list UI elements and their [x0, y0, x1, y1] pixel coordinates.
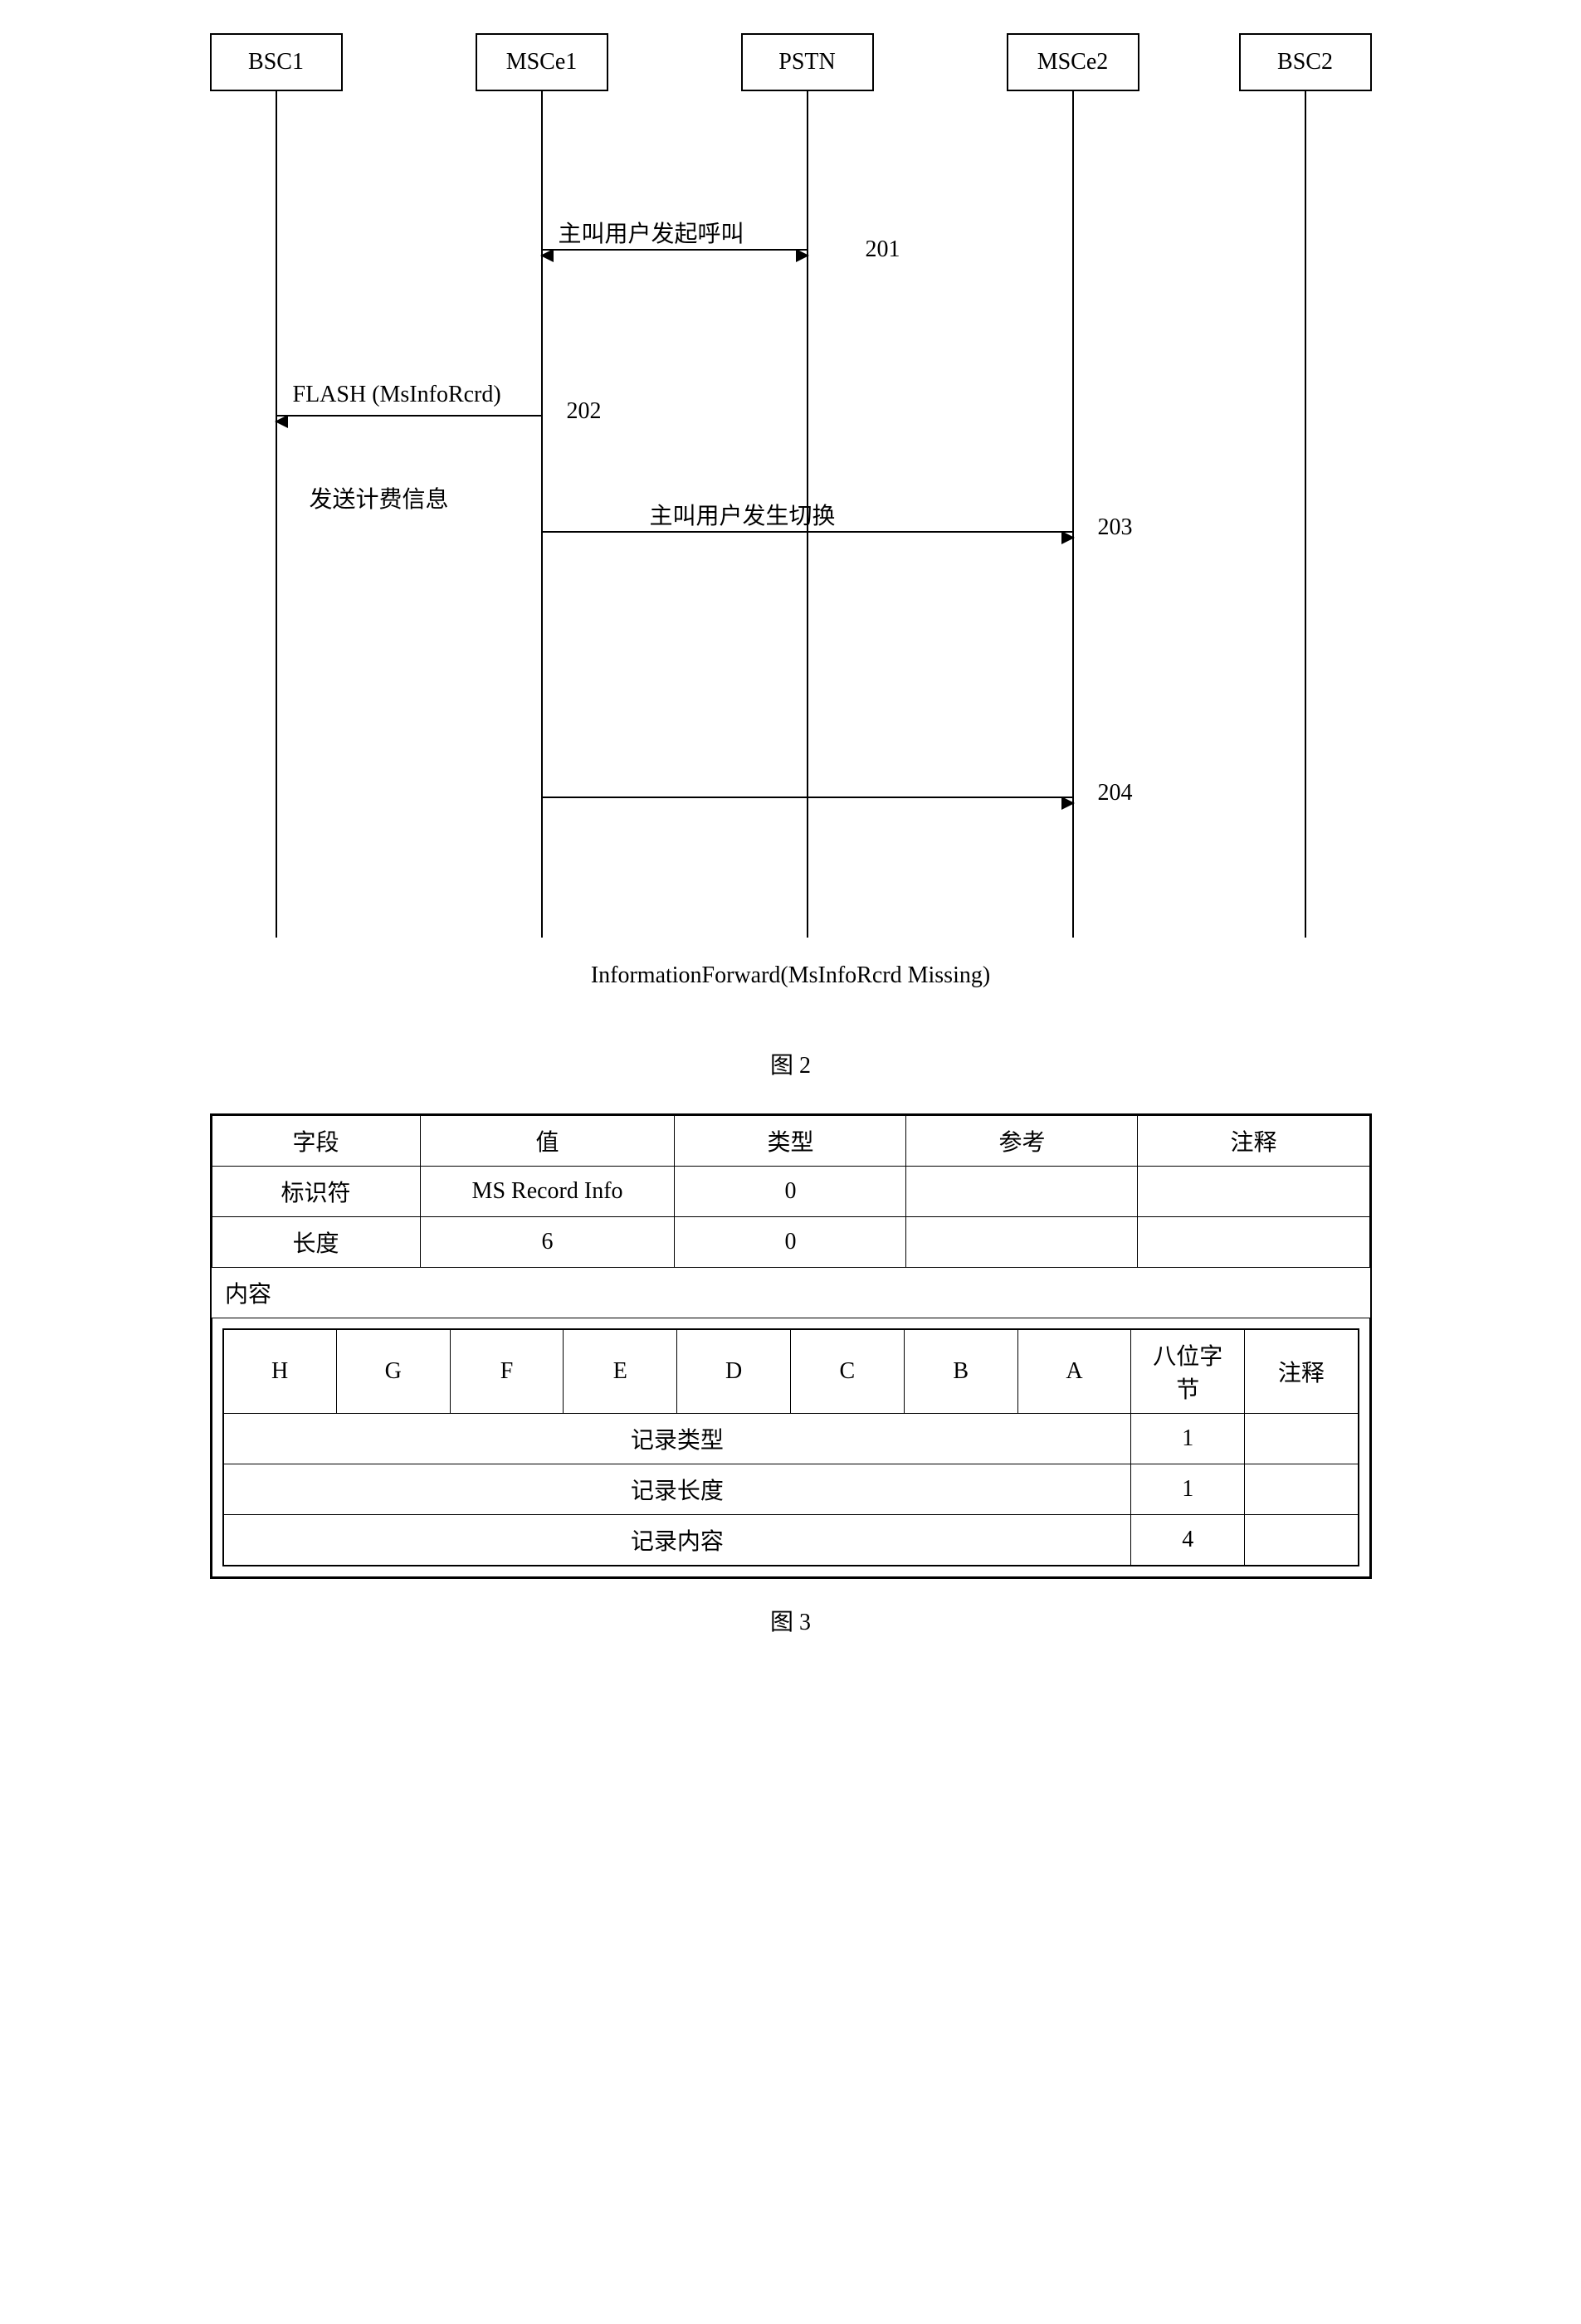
table-row: 记录内容 4: [223, 1515, 1359, 1566]
inner-table-cell: H G F E D C B A 八位字节 注释 记录类型: [212, 1318, 1369, 1577]
row-note: [1245, 1414, 1359, 1464]
label-202-flash: FLASH (MsInfoRcrd): [293, 382, 501, 408]
cell-field: 长度: [212, 1217, 420, 1268]
lifeline-msce1: [541, 91, 543, 938]
th-note: 注释: [1138, 1116, 1369, 1167]
bit-A: A: [1017, 1329, 1131, 1414]
th-type: 类型: [675, 1116, 906, 1167]
arrow-203: [542, 531, 1073, 533]
arrow-201: [542, 249, 808, 251]
cell-type: 0: [675, 1167, 906, 1217]
label-203: 主叫用户发生切换: [650, 498, 836, 531]
actor-pstn: PSTN: [741, 33, 874, 91]
actor-label: BSC1: [248, 49, 304, 76]
figure-3-caption: 图 3: [210, 1604, 1372, 1637]
lifeline-msce2: [1072, 91, 1074, 938]
bit-header-row: H G F E D C B A 八位字节 注释: [223, 1329, 1359, 1414]
table-row: 记录类型 1: [223, 1414, 1359, 1464]
row-octet: 4: [1131, 1515, 1245, 1566]
lifeline-bsc1: [276, 91, 277, 938]
table-row: 标识符 MS Record Info 0: [212, 1167, 1369, 1217]
cell-note: [1138, 1167, 1369, 1217]
actor-label: MSCe1: [506, 49, 578, 76]
bit-E: E: [564, 1329, 677, 1414]
cell-ref: [906, 1167, 1138, 1217]
th-field: 字段: [212, 1116, 420, 1167]
bit-G: G: [336, 1329, 450, 1414]
cell-field: 标识符: [212, 1167, 420, 1217]
row-octet: 1: [1131, 1464, 1245, 1515]
arrow-202: [276, 415, 542, 417]
footer-note: InformationForward(MsInfoRcrd Missing): [210, 962, 1372, 989]
th-note2: 注释: [1245, 1329, 1359, 1414]
table-row: 记录长度 1: [223, 1464, 1359, 1515]
step-201: 201: [866, 236, 900, 263]
table-row: 长度 6 0: [212, 1217, 1369, 1268]
step-204: 204: [1098, 780, 1133, 806]
step-203: 203: [1098, 514, 1133, 541]
cell-ref: [906, 1217, 1138, 1268]
cell-note: [1138, 1217, 1369, 1268]
actor-label: BSC2: [1277, 49, 1333, 76]
sequence-diagram: BSC1 MSCe1 PSTN MSCe2 BSC2 主叫用户发起呼叫 201 …: [210, 33, 1372, 946]
row-octet: 1: [1131, 1414, 1245, 1464]
figure-2-caption: 图 2: [210, 1047, 1372, 1080]
table-header-row: 字段 值 类型 参考 注释: [212, 1116, 1369, 1167]
arrow-204: [542, 797, 1073, 798]
actor-bsc1: BSC1: [210, 33, 343, 91]
row-label: 记录类型: [223, 1414, 1131, 1464]
th-value: 值: [420, 1116, 675, 1167]
row-label: 记录长度: [223, 1464, 1131, 1515]
row-label: 记录内容: [223, 1515, 1131, 1566]
lifeline-bsc2: [1305, 91, 1306, 938]
label-201: 主叫用户发起呼叫: [559, 216, 744, 249]
th-ref: 参考: [906, 1116, 1138, 1167]
actor-msce2: MSCe2: [1007, 33, 1139, 91]
label-202-sub: 发送计费信息: [310, 481, 449, 514]
actor-bsc2: BSC2: [1239, 33, 1372, 91]
cell-value: MS Record Info: [420, 1167, 675, 1217]
cell-value: 6: [420, 1217, 675, 1268]
bit-F: F: [450, 1329, 564, 1414]
row-note: [1245, 1515, 1359, 1566]
bit-C: C: [790, 1329, 904, 1414]
step-202: 202: [567, 398, 602, 425]
actor-label: MSCe2: [1037, 49, 1109, 76]
bit-D: D: [677, 1329, 791, 1414]
th-octet: 八位字节: [1131, 1329, 1245, 1414]
content-label: 内容: [212, 1268, 1369, 1318]
row-note: [1245, 1464, 1359, 1515]
figure-3-table: 字段 值 类型 参考 注释 标识符 MS Record Info 0 长度 6 …: [210, 1113, 1372, 1579]
cell-type: 0: [675, 1217, 906, 1268]
bit-H: H: [223, 1329, 337, 1414]
bit-B: B: [904, 1329, 1017, 1414]
actor-msce1: MSCe1: [476, 33, 608, 91]
actor-label: PSTN: [778, 49, 835, 76]
